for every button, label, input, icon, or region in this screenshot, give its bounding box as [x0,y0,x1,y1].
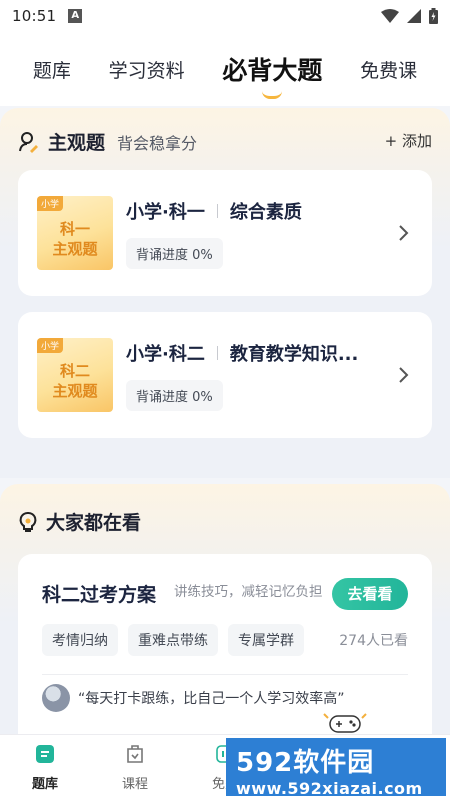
feature-chip: 重难点带练 [128,624,218,656]
testimonial-quote: “每天打卡跟练，比自己一个人学习效率高” [78,691,345,707]
user-pen-icon [19,131,38,153]
card-subject: 教育教学知识... [229,344,359,365]
top-tab-bar: 题库 学习资料 必背大题 免费课 [0,32,450,106]
courses-icon [127,745,143,763]
title-divider [216,204,218,218]
view-plan-button[interactable]: 去看看 [332,578,408,610]
chevron-right-icon [399,367,409,383]
lightbulb-icon [19,511,37,532]
subject-cover: 小学 科二 主观题 [37,338,113,412]
subject-cover: 小学 科一 主观题 [37,196,113,270]
wifi-icon [381,9,399,23]
question-bank-icon [36,745,54,763]
nav-question-bank[interactable]: 题库 [0,735,90,800]
watermark-logo: 592软件园 www.592xiazai.com [226,738,446,798]
tab-must-memorize-label: 必背大题 [222,56,323,85]
status-time: 10:51 [12,7,57,25]
subjective-section: 主观题 背会稳拿分 + 添加 小学 科一 主观题 小学·科一 综合素质 背诵进度… [0,108,450,478]
watermark-title: 592软件园 [236,748,375,778]
battery-icon [429,8,438,24]
viewer-count: 274人已看 [339,633,408,649]
watching-section: 大家都在看 科二过考方案 讲练技巧，减轻记忆负担 去看看 考情归纳 重难点带练 … [0,484,450,754]
cover-tag: 小学 [37,338,64,353]
plan-title: 科二过考方案 [42,584,157,606]
section-title: 主观题 [48,132,106,154]
nav-label: 题库 [31,777,58,792]
chevron-right-icon [399,225,409,241]
card-title: 小学·科二 [126,344,205,365]
plan-description: 讲练技巧，减轻记忆负担 [174,584,323,600]
signal-icon [407,9,421,23]
cover-tag: 小学 [37,196,64,211]
title-divider [216,346,218,360]
section-subtitle: 背会稳拿分 [117,133,198,153]
cover-line: 主观题 [52,382,98,400]
tab-question-bank[interactable]: 题库 [27,56,77,83]
cover-line: 主观题 [52,240,98,258]
tab-must-memorize[interactable]: 必背大题 [216,51,328,99]
nav-courses[interactable]: 课程 [90,735,180,800]
card-subject: 综合素质 [229,202,302,223]
avatar [42,684,70,712]
progress-badge: 背诵进度 0% [126,238,223,269]
add-button[interactable]: + 添加 [385,130,432,151]
card-title: 小学·科一 [126,202,205,223]
cover-line: 科一 [59,220,90,238]
subject-card[interactable]: 小学 科二 主观题 小学·科二 教育教学知识... 背诵进度 0% [18,312,432,438]
progress-badge: 背诵进度 0% [126,380,223,411]
status-bar: 10:51 A [0,0,450,32]
watermark-url: www.592xiazai.com [236,779,423,798]
tab-free-courses[interactable]: 免费课 [354,56,423,83]
divider [42,674,408,675]
tab-study-materials[interactable]: 学习资料 [103,56,191,83]
notification-icon: A [68,9,83,23]
section-title: 大家都在看 [46,512,142,534]
subject-card[interactable]: 小学 科一 主观题 小学·科一 综合素质 背诵进度 0% [18,170,432,296]
cover-line: 科二 [59,362,90,380]
nav-label: 课程 [121,777,148,792]
plan-card[interactable]: 科二过考方案 讲练技巧，减轻记忆负担 去看看 考情归纳 重难点带练 专属学群 2… [18,554,432,754]
gamepad-icon [323,713,367,733]
feature-chip: 考情归纳 [42,624,118,656]
feature-chip: 专属学群 [228,624,304,656]
active-tab-indicator [262,91,283,99]
